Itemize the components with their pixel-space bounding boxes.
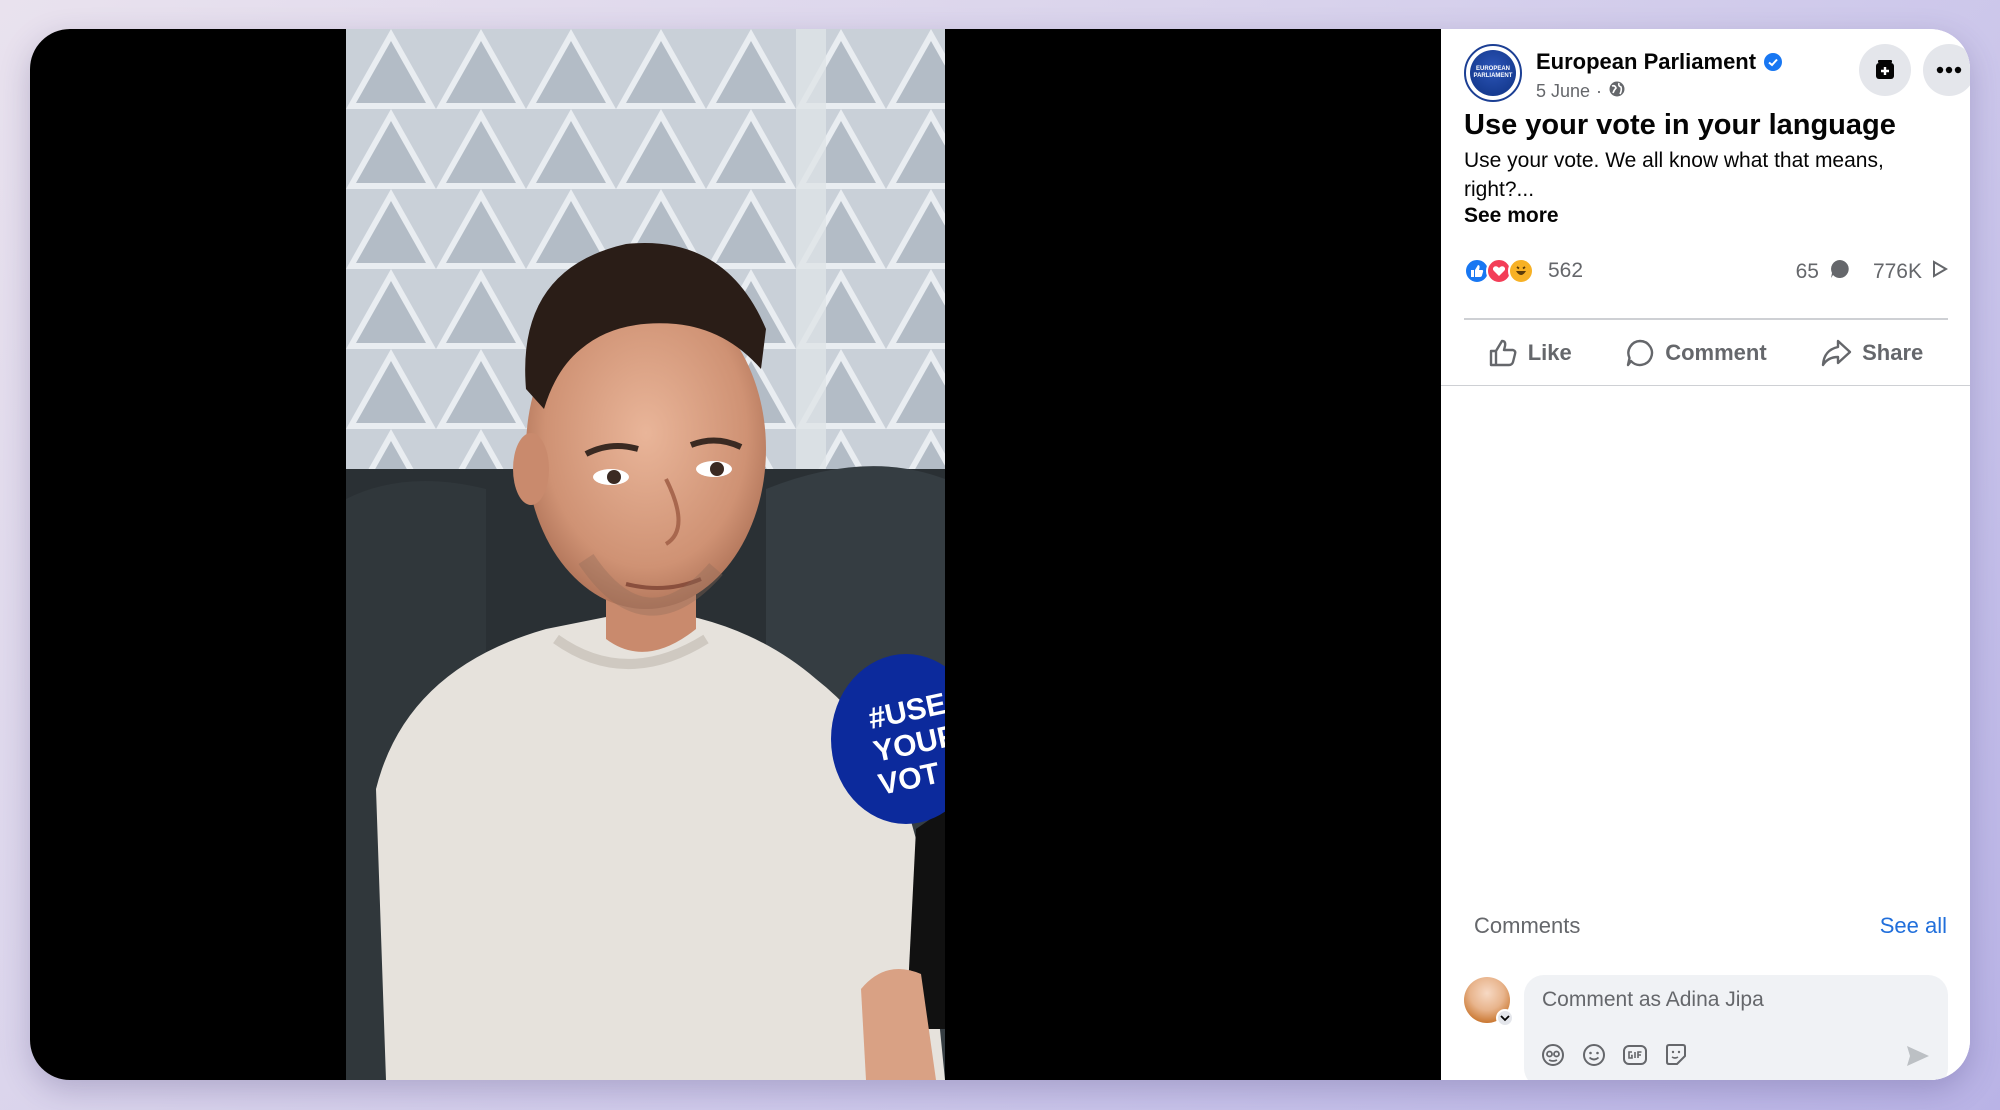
avatar-sticker-icon[interactable] [1540, 1042, 1566, 1068]
post-date[interactable]: 5 June [1536, 81, 1590, 102]
post-details-panel: EUROPEAN PARLIAMENT European Parliament … [1441, 29, 1970, 1080]
reactions-count: 562 [1548, 259, 1584, 282]
send-icon[interactable] [1904, 1042, 1932, 1070]
stats-divider [1464, 318, 1948, 320]
share-icon [1821, 339, 1852, 367]
comment-button[interactable]: Comment [1625, 338, 1767, 368]
globe-icon [1608, 80, 1626, 103]
share-label: Share [1862, 340, 1924, 365]
save-collection-button[interactable] [1859, 44, 1911, 96]
comment-composer [1524, 975, 1948, 1080]
chevron-down-icon[interactable] [1496, 1009, 1514, 1027]
post-stats: 562 65 776K [1464, 258, 1948, 288]
comment-label: Comment [1665, 340, 1767, 365]
video-pane[interactable]: #USE YOUR VOT [30, 29, 1441, 1080]
see-all-comments-link[interactable]: See all [1880, 913, 1947, 939]
user-avatar[interactable] [1464, 977, 1514, 1027]
comment-input[interactable] [1540, 987, 1934, 1013]
comment-bubble-icon [1829, 258, 1851, 286]
play-icon [1932, 260, 1948, 284]
stats-right: 65 776K [1796, 258, 1948, 286]
page-name-row: European Parliament [1536, 49, 1783, 75]
post-title: Use your vote in your language [1464, 109, 1896, 141]
comment-icon [1627, 339, 1654, 367]
post-body: Use your vote. We all know what that mea… [1464, 149, 1884, 201]
page-avatar-logo: EUROPEAN PARLIAMENT [1470, 50, 1516, 96]
actions-divider [1441, 385, 1970, 386]
more-options-button[interactable] [1923, 44, 1970, 96]
page-name[interactable]: European Parliament [1536, 49, 1756, 75]
emoji-icon[interactable] [1581, 1042, 1607, 1068]
see-more-link[interactable]: See more [1464, 204, 1559, 228]
views-count[interactable]: 776K [1873, 260, 1922, 284]
sticker-icon[interactable] [1663, 1042, 1689, 1068]
composer-tools [1540, 1042, 1689, 1068]
video-still: #USE YOUR VOT [346, 29, 945, 1080]
gif-icon[interactable] [1622, 1042, 1648, 1068]
share-button[interactable]: Share [1820, 338, 1923, 368]
comments-heading: Comments [1474, 913, 1581, 938]
video-frame[interactable]: #USE YOUR VOT [346, 29, 945, 1080]
comments-count[interactable]: 65 [1796, 260, 1819, 284]
like-button[interactable]: Like [1488, 338, 1572, 368]
post-meta: 5 June · [1536, 80, 1626, 103]
haha-reaction-icon [1508, 258, 1534, 284]
like-label: Like [1527, 340, 1572, 365]
page-avatar[interactable]: EUROPEAN PARLIAMENT [1464, 44, 1522, 102]
thumbs-up-icon [1489, 339, 1517, 367]
post-actions: Like Comment Share [1441, 323, 1970, 383]
meta-separator: · [1596, 81, 1603, 101]
reactions-summary[interactable]: 562 [1464, 258, 1583, 284]
verified-badge-icon [1764, 53, 1783, 71]
bookmark-plus-icon [1876, 60, 1894, 79]
more-dots-icon [1936, 66, 1962, 74]
post-viewer-window: #USE YOUR VOT EUROPEAN PARLIAMENT Europe… [30, 29, 1970, 1080]
